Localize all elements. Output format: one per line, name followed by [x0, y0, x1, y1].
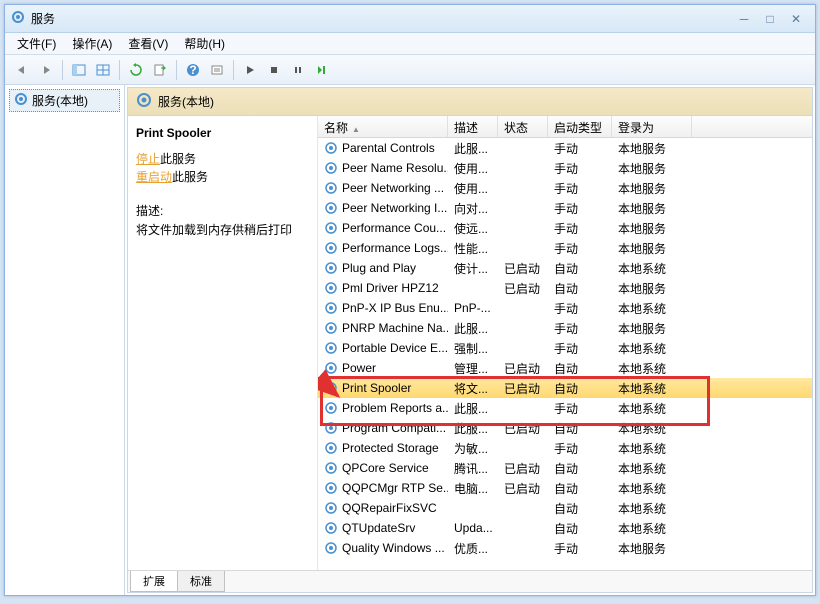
grid-button[interactable]: [92, 59, 114, 81]
refresh-button[interactable]: [125, 59, 147, 81]
table-row[interactable]: Plug and Play使计...已启动自动本地系统: [318, 258, 812, 278]
table-row[interactable]: Pml Driver HPZ12已启动自动本地服务: [318, 278, 812, 298]
tree-pane: 服务(本地): [5, 85, 125, 595]
tab-extended[interactable]: 扩展: [130, 571, 178, 592]
start-service-button[interactable]: [239, 59, 261, 81]
table-row[interactable]: Performance Cou...使远...手动本地服务: [318, 218, 812, 238]
pause-service-button[interactable]: [287, 59, 309, 81]
table-row[interactable]: Portable Device E...强制...手动本地系统: [318, 338, 812, 358]
gear-icon: [14, 92, 28, 109]
table-row[interactable]: PNRP Machine Na...此服...手动本地服务: [318, 318, 812, 338]
menubar: 文件(F) 操作(A) 查看(V) 帮助(H): [5, 33, 815, 55]
tab-standard[interactable]: 标准: [177, 571, 225, 592]
service-list: 名称 描述 状态 启动类型 登录为 Parental Controls此服...…: [318, 116, 812, 570]
rows-container[interactable]: Parental Controls此服...手动本地服务Peer Name Re…: [318, 138, 812, 570]
table-row[interactable]: Parental Controls此服...手动本地服务: [318, 138, 812, 158]
col-startup[interactable]: 启动类型: [548, 116, 612, 137]
services-window: 服务 ─ □ ✕ 文件(F) 操作(A) 查看(V) 帮助(H) ? 服务(本地…: [4, 4, 816, 596]
export-button[interactable]: [149, 59, 171, 81]
body: 服务(本地) 服务(本地) Print Spooler 停止此服务 重启动此服务…: [5, 85, 815, 595]
table-row[interactable]: Performance Logs...性能...手动本地服务: [318, 238, 812, 258]
table-row[interactable]: QTUpdateSrvUpda...自动本地系统: [318, 518, 812, 538]
menu-action[interactable]: 操作(A): [64, 33, 120, 54]
service-name: Print Spooler: [136, 126, 309, 140]
close-button[interactable]: ✕: [783, 10, 809, 28]
restart-link[interactable]: 重启动: [136, 170, 172, 184]
desc-label: 描述:: [136, 202, 309, 219]
back-button[interactable]: [11, 59, 33, 81]
table-row[interactable]: Peer Networking ...使用...手动本地服务: [318, 178, 812, 198]
desc-text: 将文件加载到内存供稍后打印: [136, 221, 309, 238]
stop-service-button[interactable]: [263, 59, 285, 81]
panel-header-label: 服务(本地): [158, 93, 214, 110]
restart-service-button[interactable]: [311, 59, 333, 81]
app-icon: [11, 10, 25, 27]
toolbar: ?: [5, 55, 815, 85]
properties-button[interactable]: [206, 59, 228, 81]
detail-pane: Print Spooler 停止此服务 重启动此服务 描述: 将文件加载到内存供…: [128, 116, 318, 570]
menu-view[interactable]: 查看(V): [120, 33, 176, 54]
table-row[interactable]: Print Spooler将文...已启动自动本地系统: [318, 378, 812, 398]
table-row[interactable]: QQRepairFixSVC自动本地系统: [318, 498, 812, 518]
col-desc[interactable]: 描述: [448, 116, 498, 137]
tree-root-item[interactable]: 服务(本地): [9, 89, 120, 112]
help-button[interactable]: ?: [182, 59, 204, 81]
column-headers: 名称 描述 状态 启动类型 登录为: [318, 116, 812, 138]
menu-help[interactable]: 帮助(H): [176, 33, 233, 54]
table-row[interactable]: Peer Networking I...向对...手动本地服务: [318, 198, 812, 218]
col-status[interactable]: 状态: [498, 116, 548, 137]
forward-button[interactable]: [35, 59, 57, 81]
maximize-button[interactable]: □: [757, 10, 783, 28]
table-row[interactable]: Problem Reports a...此服...手动本地系统: [318, 398, 812, 418]
table-row[interactable]: Program Compati...此服...已启动自动本地系统: [318, 418, 812, 438]
minimize-button[interactable]: ─: [731, 10, 757, 28]
panel-header: 服务(本地): [128, 88, 812, 116]
tree-root-label: 服务(本地): [32, 92, 88, 109]
table-row[interactable]: Power管理...已启动自动本地系统: [318, 358, 812, 378]
table-row[interactable]: QPCore Service腾讯...已启动自动本地系统: [318, 458, 812, 478]
svg-text:?: ?: [189, 63, 196, 77]
col-name[interactable]: 名称: [318, 116, 448, 137]
table-row[interactable]: Peer Name Resolu...使用...手动本地服务: [318, 158, 812, 178]
window-title: 服务: [31, 10, 55, 27]
gear-icon: [136, 92, 152, 111]
table-row[interactable]: QQPCMgr RTP Se...电脑...已启动自动本地系统: [318, 478, 812, 498]
stop-link[interactable]: 停止: [136, 152, 160, 166]
table-row[interactable]: Protected Storage为敏...手动本地系统: [318, 438, 812, 458]
table-row[interactable]: Quality Windows ...优质...手动本地服务: [318, 538, 812, 558]
menu-file[interactable]: 文件(F): [9, 33, 64, 54]
col-logon[interactable]: 登录为: [612, 116, 692, 137]
tabs: 扩展 标准: [128, 570, 812, 592]
titlebar[interactable]: 服务 ─ □ ✕: [5, 5, 815, 33]
table-row[interactable]: PnP-X IP Bus Enu...PnP-...手动本地系统: [318, 298, 812, 318]
main-pane: 服务(本地) Print Spooler 停止此服务 重启动此服务 描述: 将文…: [127, 87, 813, 593]
show-hide-tree-button[interactable]: [68, 59, 90, 81]
